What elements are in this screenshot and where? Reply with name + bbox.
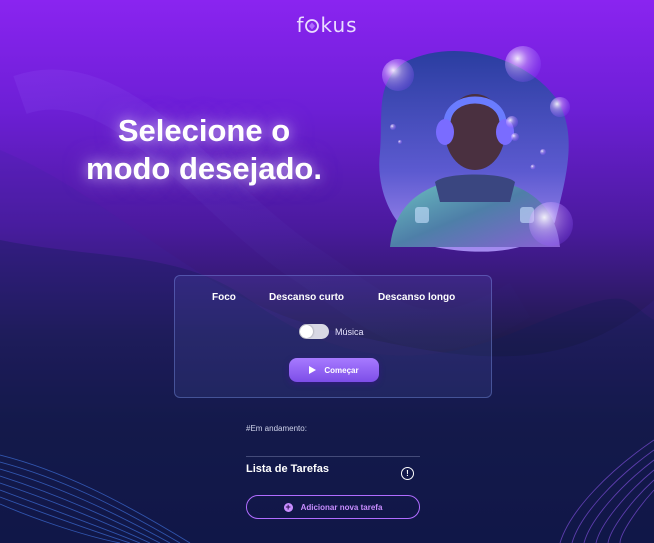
logo-text-prefix: f: [296, 13, 305, 37]
app-logo: f kus: [0, 13, 654, 37]
hero-illustration: [379, 46, 573, 252]
tab-descanso-longo[interactable]: Descanso longo: [378, 292, 455, 303]
start-button-label: Começar: [324, 365, 359, 375]
music-toggle-label: Música: [335, 326, 364, 337]
tab-descanso-curto[interactable]: Descanso curto: [269, 292, 344, 303]
tasks-divider: [246, 456, 420, 457]
add-task-label: Adicionar nova tarefa: [300, 502, 383, 512]
task-list-title: Lista de Tarefas: [246, 463, 329, 475]
music-toggle[interactable]: [299, 324, 329, 339]
page-headline: Selecione o modo desejado.: [54, 112, 354, 188]
logo-text-suffix: kus: [320, 13, 358, 37]
headline-line-2: modo desejado.: [86, 151, 322, 186]
toggle-knob: [300, 325, 313, 338]
plus-circle-icon: +: [283, 501, 293, 512]
logo-o-icon: [305, 19, 320, 33]
headline-line-1: Selecione o: [117, 113, 291, 148]
info-icon[interactable]: !: [401, 467, 414, 480]
tab-foco[interactable]: Foco: [212, 292, 236, 303]
play-icon: [309, 366, 317, 374]
music-toggle-row: Música: [299, 324, 364, 339]
start-button[interactable]: Começar: [289, 358, 379, 382]
timer-card: Foco Descanso curto Descanso longo Músic…: [174, 275, 492, 398]
add-task-button[interactable]: + Adicionar nova tarefa: [246, 495, 420, 519]
in-progress-label: #Em andamento:: [246, 424, 307, 433]
